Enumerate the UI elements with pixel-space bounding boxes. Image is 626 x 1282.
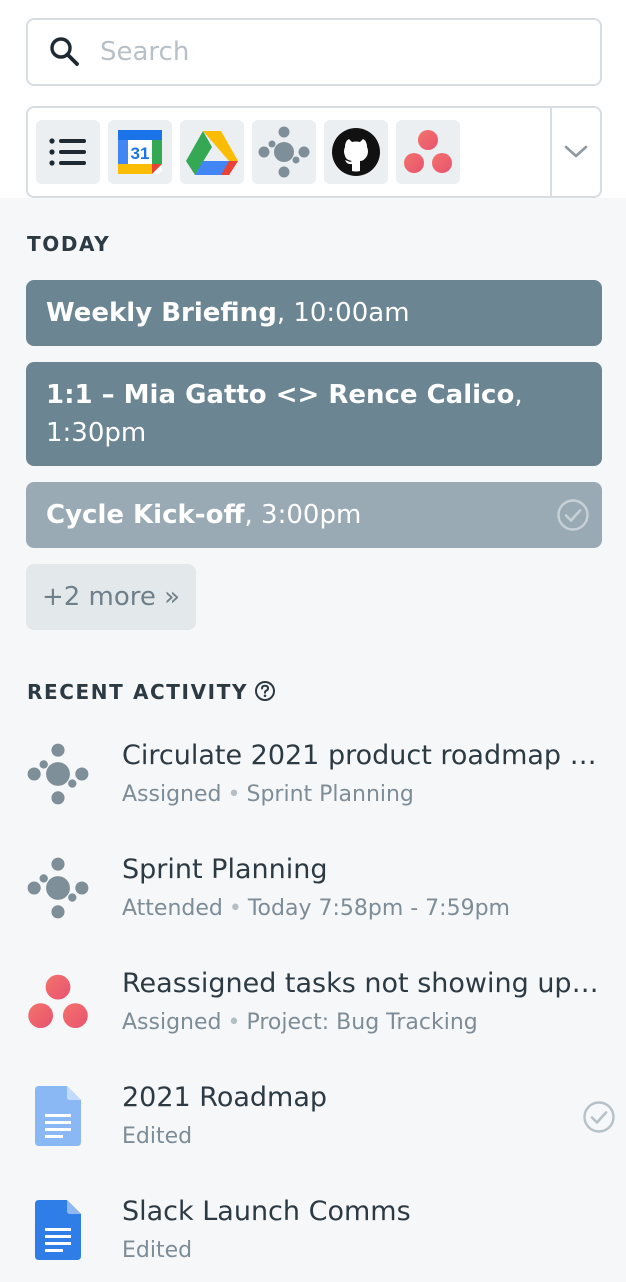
app-filter-bar: 31: [26, 106, 602, 198]
event-name: 1:1 – Mia Gatto <> Rence Calico: [46, 380, 515, 410]
help-icon[interactable]: [254, 680, 276, 702]
app-filter-asana[interactable]: [396, 120, 460, 184]
activity-context: Today 7:58pm - 7:59pm: [247, 896, 510, 921]
app-filter-hub[interactable]: [252, 120, 316, 184]
app-filter-calendar[interactable]: 31: [108, 120, 172, 184]
event-cycle-kickoff[interactable]: Cycle Kick-off, 3:00pm: [26, 482, 602, 548]
event-time: , 3:00pm: [244, 500, 362, 530]
event-time: 1:30pm: [46, 418, 147, 448]
activity-subtitle: Assigned • Project: Bug Tracking: [122, 1010, 478, 1035]
google-doc-light-icon: [35, 1086, 81, 1146]
google-doc-icon: [35, 1200, 81, 1260]
calendar-date-label: 31: [131, 144, 150, 163]
app-filter-github[interactable]: [324, 120, 388, 184]
activity-item[interactable]: 2021 Roadmap Edited: [0, 1074, 626, 1174]
chevron-down-icon: [564, 145, 588, 158]
activity-action: Assigned: [122, 1010, 222, 1035]
activity-action: Attended: [122, 896, 223, 921]
activity-context: Sprint Planning: [246, 782, 414, 807]
github-icon: [332, 128, 380, 176]
event-name: Cycle Kick-off: [46, 500, 245, 530]
activity-subtitle: Edited: [122, 1124, 192, 1149]
event-time-sep: ,: [514, 380, 523, 410]
app-filter-dropdown[interactable]: [550, 108, 600, 196]
recent-activity-label: RECENT ACTIVITY: [27, 680, 249, 704]
hub-icon: [27, 857, 89, 919]
activity-item[interactable]: Reassigned tasks not showing up f... Ass…: [0, 960, 626, 1060]
google-calendar-icon: 31: [118, 130, 162, 174]
more-events-button[interactable]: +2 more »: [26, 564, 196, 630]
recent-activity-heading: RECENT ACTIVITY: [27, 680, 276, 704]
activity-action: Edited: [122, 1124, 193, 1149]
search-icon: [50, 37, 79, 66]
hub-icon: [258, 126, 310, 178]
activity-title: Circulate 2021 product roadmap fo...: [122, 740, 606, 771]
check-circle-icon[interactable]: [582, 1100, 616, 1134]
activity-subtitle: Edited: [122, 1238, 192, 1263]
search-input[interactable]: [100, 37, 600, 67]
activity-title: 2021 Roadmap: [122, 1082, 328, 1113]
activity-item[interactable]: Sprint Planning Attended • Today 7:58pm - …: [0, 846, 626, 946]
activity-title: Slack Launch Comms: [122, 1196, 411, 1227]
event-time: , 10:00am: [276, 298, 410, 328]
activity-action: Assigned: [122, 782, 222, 807]
search-box[interactable]: [26, 18, 602, 86]
hub-icon: [27, 743, 89, 805]
activity-context: Project: Bug Tracking: [246, 1010, 478, 1035]
activity-item[interactable]: Slack Launch Comms Edited: [0, 1188, 626, 1282]
app-filter-all[interactable]: [36, 120, 100, 184]
activity-item[interactable]: Circulate 2021 product roadmap fo... Ass…: [0, 732, 626, 832]
activity-action: Edited: [122, 1238, 193, 1263]
app-filter-drive[interactable]: [180, 120, 244, 184]
check-circle-icon: [557, 499, 589, 531]
list-icon: [49, 138, 86, 166]
activity-title: Reassigned tasks not showing up f...: [122, 968, 606, 999]
activity-title: Sprint Planning: [122, 854, 328, 885]
asana-icon: [404, 130, 452, 173]
asana-icon: [28, 974, 88, 1029]
activity-subtitle: Assigned • Sprint Planning: [122, 782, 414, 807]
activity-subtitle: Attended • Today 7:58pm - 7:59pm: [122, 896, 510, 921]
event-one-on-one[interactable]: 1:1 – Mia Gatto <> Rence Calico, 1:30pm: [26, 362, 602, 466]
google-drive-icon: [186, 131, 238, 175]
event-name: Weekly Briefing: [46, 298, 277, 328]
today-heading: TODAY: [27, 232, 111, 256]
event-weekly-briefing[interactable]: Weekly Briefing, 10:00am: [26, 280, 602, 346]
